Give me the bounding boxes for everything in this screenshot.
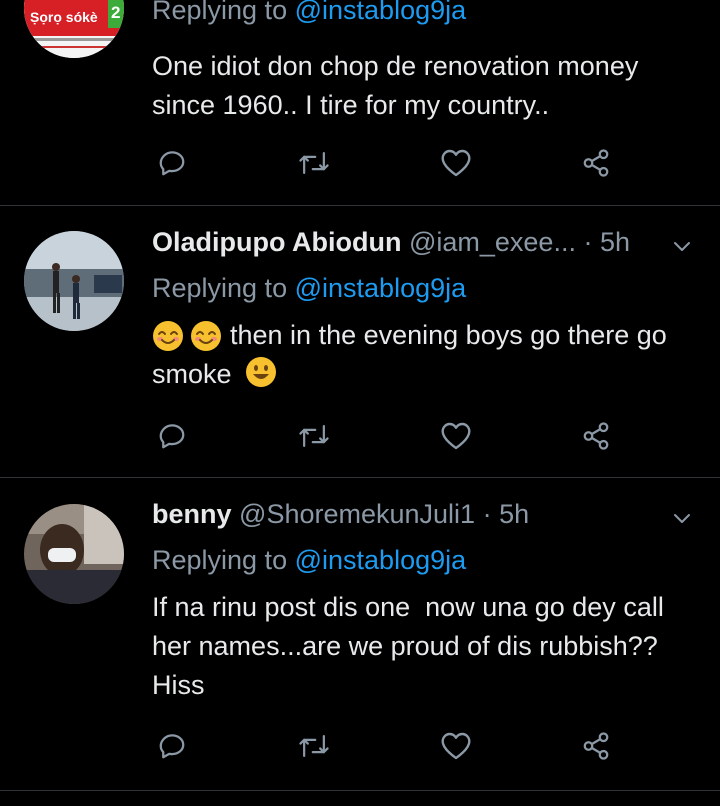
more-options-button[interactable] [670, 234, 694, 258]
grinning-face-emoji-icon [246, 357, 277, 387]
retweet-icon [299, 152, 329, 174]
tweet-header: Oladipupo Abiodun @iam_exee... · 5h [152, 227, 630, 258]
tweet-actions [152, 726, 632, 766]
tweet-card[interactable]: benny @ShoremekunJuli1 · 5h Replying to … [0, 478, 720, 790]
replying-to-label: Replying to [152, 545, 288, 575]
timestamp[interactable]: 5h [499, 499, 529, 529]
user-handle[interactable]: @iam_exee... [409, 227, 576, 257]
reply-icon [159, 734, 185, 759]
avatar[interactable]: Ṣọrọ sókè 2 [24, 0, 124, 58]
display-name[interactable]: benny [152, 499, 232, 529]
avatar-badge-number: 2 [111, 3, 121, 22]
mention-link[interactable]: @instablog9ja [295, 0, 467, 25]
like-button[interactable] [436, 143, 476, 183]
reply-button[interactable] [152, 143, 192, 183]
retweet-button[interactable] [294, 143, 334, 183]
tweet-text-block: then in the evening boys go there go smo… [152, 316, 697, 394]
heart-icon [441, 149, 471, 177]
avatar-image [24, 231, 124, 331]
replying-to: Replying to @instablog9ja [152, 0, 466, 26]
share-icon [583, 422, 609, 450]
share-button[interactable] [576, 726, 616, 766]
mention-link[interactable]: @instablog9ja [295, 545, 467, 575]
separator-dot: · [482, 499, 492, 529]
chevron-down-icon [674, 242, 690, 251]
reply-icon [159, 424, 185, 449]
like-button[interactable] [436, 726, 476, 766]
heart-icon [441, 732, 471, 760]
retweet-button[interactable] [294, 726, 334, 766]
tweet-card[interactable]: Oladipupo Abiodun @iam_exee... · 5h Repl… [0, 206, 720, 476]
smiling-face-emoji-icon [153, 321, 183, 351]
user-handle[interactable]: @ShoremekunJuli1 [239, 499, 475, 529]
retweet-button[interactable] [294, 416, 334, 456]
like-button[interactable] [436, 416, 476, 456]
avatar-badge-text: Ṣọrọ sókè [30, 9, 98, 25]
share-button[interactable] [576, 143, 616, 183]
replying-to-label: Replying to [152, 273, 288, 303]
tweet-header: benny @ShoremekunJuli1 · 5h [152, 499, 529, 530]
reply-icon [159, 151, 185, 176]
separator-dot: · [583, 227, 593, 257]
tweet-actions [152, 143, 632, 183]
avatar[interactable] [24, 504, 124, 604]
timestamp[interactable]: 5h [600, 227, 630, 257]
avatar-image [24, 504, 124, 604]
reply-button[interactable] [152, 726, 192, 766]
replying-to: Replying to @instablog9ja [152, 273, 466, 304]
heart-icon [441, 422, 471, 450]
divider [0, 790, 720, 791]
share-icon [583, 149, 609, 177]
reply-button[interactable] [152, 416, 192, 456]
tweet-card[interactable]: Ṣọrọ sókè 2 Replying to @instablog9ja On… [0, 0, 720, 205]
chevron-down-icon [674, 514, 690, 523]
more-options-button[interactable] [670, 506, 694, 530]
mention-link[interactable]: @instablog9ja [295, 273, 467, 303]
retweet-icon [299, 425, 329, 447]
replying-to: Replying to @instablog9ja [152, 545, 466, 576]
tweet-text: then in the evening boys go there go smo… [152, 320, 667, 389]
tweet-actions [152, 416, 632, 456]
display-name[interactable]: Oladipupo Abiodun [152, 227, 401, 257]
tweet-text: One idiot don chop de renovation money s… [152, 51, 639, 120]
share-button[interactable] [576, 416, 616, 456]
retweet-icon [299, 735, 329, 757]
replying-to-label: Replying to [152, 0, 288, 25]
smiling-face-emoji-icon [191, 321, 221, 351]
avatar[interactable] [24, 231, 124, 331]
share-icon [583, 732, 609, 760]
tweet-text: If na rinu post dis one now una go dey c… [152, 592, 672, 700]
